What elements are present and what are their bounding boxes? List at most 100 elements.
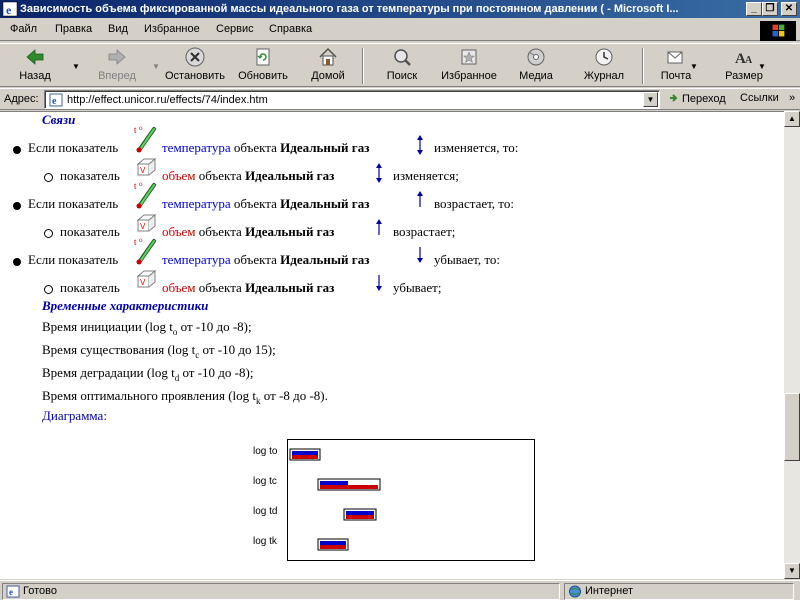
chart-category-label: log td: [253, 506, 278, 517]
object-name: Идеальный газ: [280, 196, 370, 211]
of-object-text: объекта: [233, 140, 277, 155]
thermometer-icon: to: [134, 180, 158, 209]
refresh-button[interactable]: Обновить: [236, 46, 290, 86]
menu-file[interactable]: Файл: [10, 23, 37, 35]
volume-change-text: возрастает;: [393, 224, 456, 239]
go-arrow-icon: [670, 94, 678, 102]
thermometer-icon: to: [134, 236, 158, 265]
volume-cube-icon: V: [135, 268, 157, 290]
chart-category-label: log tc: [253, 476, 277, 487]
window-title: Зависимость объема фиксированной массы и…: [20, 3, 679, 15]
chart-bar-blue: [320, 541, 346, 545]
indicator-prefix: показатель: [60, 224, 120, 239]
of-object-text: объекта: [198, 168, 242, 183]
chart-bar-red: [320, 485, 378, 489]
menu-help[interactable]: Справка: [269, 23, 312, 35]
svg-text:t: t: [134, 181, 137, 191]
media-button[interactable]: Медиа: [514, 46, 558, 86]
scroll-thumb[interactable]: [784, 393, 800, 461]
minimize-button[interactable]: _: [746, 2, 762, 16]
vertical-scrollbar[interactable]: ▲ ▼: [784, 111, 800, 579]
object-name: Идеальный газ: [280, 252, 370, 267]
chart-bar-blue: [292, 451, 318, 455]
indicator-prefix: показатель: [60, 280, 120, 295]
object-name: Идеальный газ: [245, 224, 335, 239]
globe-icon: [569, 585, 581, 598]
links-button[interactable]: Ссылки: [740, 92, 779, 104]
back-arrow-icon: [26, 49, 44, 65]
address-dropdown-icon[interactable]: ▼: [643, 92, 658, 107]
temperature-link: температура: [162, 140, 231, 155]
bullet-icon: [13, 258, 21, 266]
svg-text:e: e: [6, 3, 12, 17]
volume-change: возрастает;: [393, 224, 455, 240]
time-text: Время оптимального проявления (log t: [42, 388, 257, 403]
time-text: Время инициации (log t: [42, 319, 173, 334]
svg-text:o: o: [139, 181, 143, 188]
hollow-bullet-icon: [44, 285, 53, 294]
scroll-up-icon[interactable]: ▲: [784, 111, 800, 127]
volume-link: объем: [162, 224, 196, 239]
indicator-prefix: показатель: [60, 168, 120, 183]
close-button[interactable]: ✕: [781, 2, 797, 16]
chart-bar-red: [320, 545, 346, 549]
chart-bar-blue: [346, 511, 374, 515]
address-input[interactable]: e http://effect.unicor.ru/effects/74/ind…: [44, 90, 660, 109]
rule-if-body: температура объекта Идеальный газ: [162, 196, 369, 212]
if-prefix: Если показатель: [28, 196, 119, 211]
diagram-label: Диаграмма:: [42, 408, 107, 423]
menu-edit[interactable]: Правка: [55, 23, 92, 35]
bullet-icon: [13, 146, 21, 154]
down-arrow-icon: [415, 246, 425, 268]
thermometer-icon: to: [134, 124, 158, 153]
of-object-text: объекта: [198, 280, 242, 295]
menu-favorites[interactable]: Избранное: [144, 23, 200, 35]
if-prefix: Если показатель: [28, 252, 119, 267]
status-bar: e Готово Интернет: [0, 580, 800, 600]
mail-button[interactable]: Почта: [658, 46, 694, 86]
forward-dropdown-icon[interactable]: ▼: [152, 62, 160, 71]
rule-if-row: Если показатель: [28, 196, 118, 212]
volume-link: объем: [162, 280, 196, 295]
svg-text:V: V: [140, 166, 146, 175]
forward-button[interactable]: Вперед: [92, 46, 142, 86]
time-characteristic: Время оптимального проявления (log tk от…: [42, 388, 328, 406]
links-chevron-icon[interactable]: »: [789, 92, 795, 104]
rule-then-body: объем объекта Идеальный газ: [162, 280, 334, 296]
go-button[interactable]: Переход: [668, 92, 726, 105]
scroll-down-icon[interactable]: ▼: [784, 563, 800, 579]
svg-text:V: V: [140, 222, 146, 231]
of-object-text: объекта: [233, 252, 277, 267]
home-button[interactable]: Домой: [308, 46, 348, 86]
stop-button[interactable]: Остановить: [162, 46, 228, 86]
menu-view[interactable]: Вид: [108, 23, 128, 35]
time-range-text: от -8 до -8).: [260, 388, 328, 403]
menu-tools[interactable]: Сервис: [216, 23, 254, 35]
time-range-text: от -10 до 15);: [199, 342, 276, 357]
back-dropdown-icon[interactable]: ▼: [72, 62, 80, 71]
time-characteristic: Время инициации (log to от -10 до -8);: [42, 319, 252, 337]
chart-bar-red: [292, 455, 318, 459]
title-bar[interactable]: e Зависимость объема фиксированной массы…: [0, 0, 800, 18]
stop-icon: [185, 47, 205, 67]
favorites-button[interactable]: Избранное: [438, 46, 500, 86]
volume-change: убывает;: [393, 280, 441, 296]
volume-change-text: убывает;: [393, 280, 442, 295]
status-ready: e Готово: [2, 583, 560, 600]
svg-text:e: e: [52, 96, 57, 107]
of-object-text: объекта: [198, 224, 242, 239]
history-button[interactable]: Журнал: [580, 46, 628, 86]
svg-text:t: t: [134, 237, 137, 247]
media-icon: [527, 48, 545, 66]
rule-then-row: показатель: [60, 224, 120, 240]
volume-cube-icon: V: [135, 212, 157, 234]
maximize-button[interactable]: ❐: [762, 2, 778, 16]
mail-dropdown-icon[interactable]: ▼: [690, 62, 698, 71]
size-dropdown-icon[interactable]: ▼: [758, 62, 766, 71]
rule-if-row: Если показатель: [28, 252, 118, 268]
page-content: Связи Если показатель t o температура объек…: [0, 111, 784, 579]
search-icon: [394, 49, 411, 66]
search-button[interactable]: Поиск: [380, 46, 424, 86]
chart-bar-blue: [320, 481, 348, 485]
back-button[interactable]: Назад: [10, 46, 60, 86]
